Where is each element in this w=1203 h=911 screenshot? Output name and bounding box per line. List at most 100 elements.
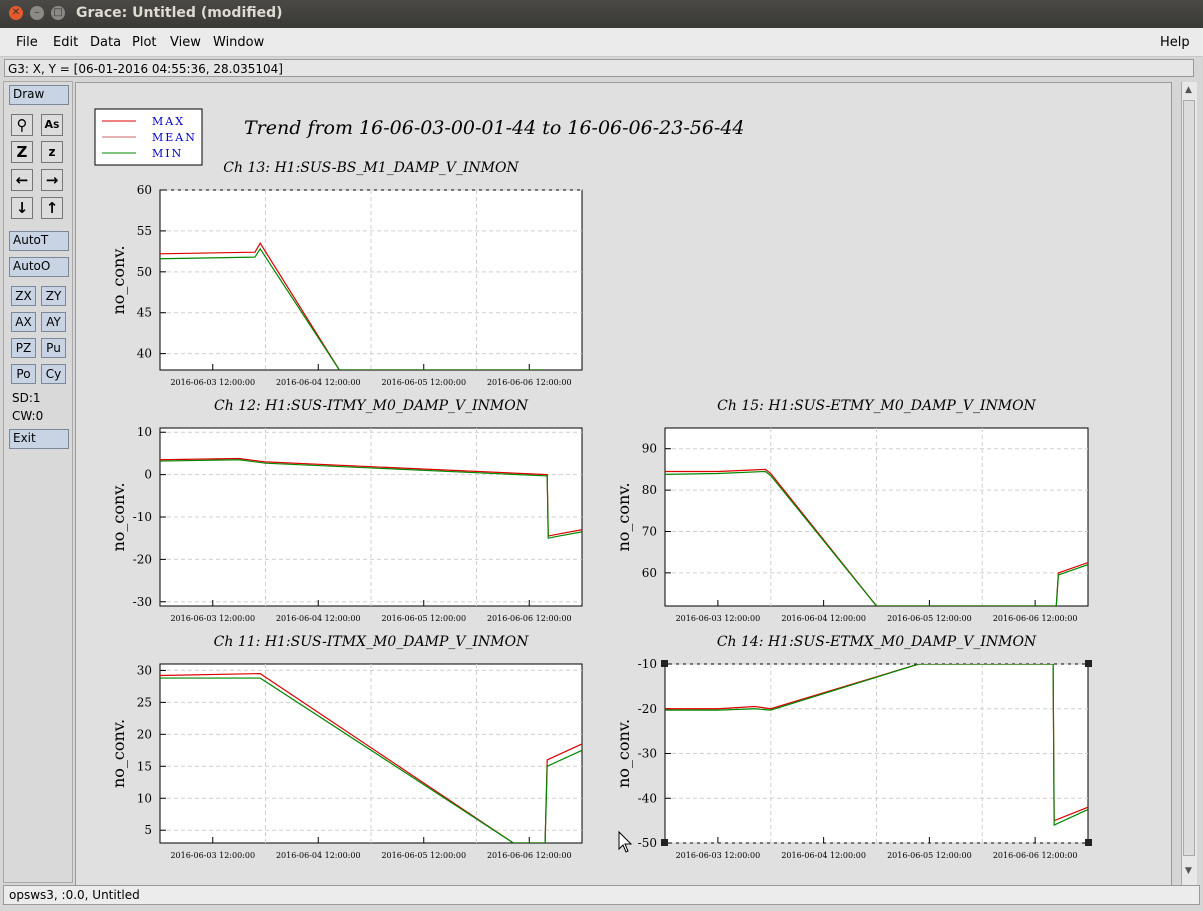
chart-3: Ch 15: H1:SUS-ETMY_M0_DAMP_V_INMON no_con… (614, 398, 1089, 623)
x-tick-label: 2016-06-06 12:00:00 (487, 614, 572, 623)
x-tick-label: 2016-06-04 12:00:00 (276, 378, 361, 387)
current-world: CW:0 (12, 409, 44, 423)
x-tick-label: 2016-06-05 12:00:00 (381, 851, 466, 860)
status-bar: opsws3, :0.0, Untitled (3, 885, 1200, 905)
menu-view[interactable]: View (170, 35, 201, 50)
legend-max-label: MAX (152, 115, 185, 128)
menu-plot[interactable]: Plot (132, 35, 157, 50)
autoscale-t-button[interactable]: AutoT (9, 231, 69, 251)
x-tick-label: 2016-06-05 12:00:00 (381, 614, 466, 623)
legend: MAX MEAN MIN (94, 108, 203, 166)
y-tick-label: -20 (133, 552, 152, 566)
y-tick-label: 15 (137, 759, 152, 773)
plot-area (664, 427, 1089, 607)
y-tick-label: -10 (638, 657, 657, 671)
cy-button[interactable]: Cy (41, 364, 66, 384)
ay-button[interactable]: AY (41, 312, 66, 332)
set-stack-depth: SD:1 (12, 391, 41, 405)
legend-mean-label: MEAN (152, 131, 197, 144)
y-tick-label: 45 (137, 306, 152, 320)
draw-button[interactable]: Draw (9, 85, 69, 105)
y-tick-label: -10 (133, 510, 152, 524)
maximize-window-icon[interactable]: □ (51, 6, 65, 20)
chart-4: Ch 11: H1:SUS-ITMX_M0_DAMP_V_INMON no_con… (109, 634, 583, 860)
x-tick-label: 2016-06-03 12:00:00 (170, 851, 255, 860)
y-tick-label: 10 (137, 791, 152, 805)
y-tick-label: -50 (638, 836, 657, 850)
y-tick-label: 60 (137, 183, 152, 197)
plot-svg: MAX MEAN MIN Trend from 16-06-03-00-01-4… (76, 83, 1133, 885)
x-tick-label: 2016-06-03 12:00:00 (170, 378, 255, 387)
text-tool-icon[interactable]: AS (41, 114, 63, 136)
x-tick-label: 2016-06-06 12:00:00 (993, 851, 1078, 860)
arrow-down-icon[interactable]: ↓ (11, 197, 33, 219)
y-axis-label: no_conv. (614, 482, 633, 551)
chart-title: Ch 15: H1:SUS-ETMY_M0_DAMP_V_INMON (717, 398, 1036, 414)
po-button[interactable]: Po (11, 364, 36, 384)
zoom-magnifier-icon[interactable]: ⚲ (11, 114, 33, 136)
y-tick-label: 20 (137, 727, 152, 741)
x-tick-label: 2016-06-04 12:00:00 (276, 851, 361, 860)
y-tick-label: 60 (642, 566, 657, 580)
menu-edit[interactable]: Edit (53, 35, 78, 50)
y-tick-label: -30 (133, 595, 152, 609)
y-tick-label: 80 (642, 483, 657, 497)
y-tick-label: 70 (642, 524, 657, 538)
y-tick-label: 5 (144, 823, 152, 837)
arrow-left-icon[interactable]: ← (11, 169, 33, 191)
y-tick-label: 90 (642, 442, 657, 456)
pz-button[interactable]: PZ (11, 338, 36, 358)
menu-file[interactable]: File (16, 35, 38, 50)
scrollbar-thumb[interactable] (1183, 100, 1195, 856)
x-tick-label: 2016-06-03 12:00:00 (676, 851, 761, 860)
chart-2: Ch 12: H1:SUS-ITMY_M0_DAMP_V_INMON no_con… (109, 398, 583, 623)
arrow-up-icon[interactable]: ↑ (41, 197, 63, 219)
x-tick-label: 2016-06-05 12:00:00 (381, 378, 466, 387)
y-tick-label: -20 (638, 702, 657, 716)
y-tick-label: 50 (137, 265, 152, 279)
scroll-down-icon[interactable]: ▼ (1185, 866, 1192, 876)
legend-min-label: MIN (152, 147, 183, 160)
exit-button[interactable]: Exit (9, 429, 69, 449)
chart-title: Ch 13: H1:SUS-BS_M1_DAMP_V_INMON (223, 160, 519, 176)
close-window-icon[interactable]: ✕ (9, 6, 23, 20)
locator-display: G3: X, Y = [06-01-2016 04:55:36, 28.0351… (4, 59, 1194, 77)
pu-button[interactable]: Pu (41, 338, 66, 358)
y-tick-label: 55 (137, 224, 152, 238)
minimize-window-icon[interactable]: – (30, 6, 44, 20)
plot-area (159, 663, 583, 844)
scroll-up-icon[interactable]: ▲ (1185, 85, 1192, 95)
zy-button[interactable]: ZY (41, 286, 66, 306)
y-axis-label: no_conv. (109, 245, 128, 314)
vertical-scrollbar[interactable]: ▲ ▼ (1181, 82, 1197, 886)
chart-title: Ch 12: H1:SUS-ITMY_M0_DAMP_V_INMON (214, 398, 529, 414)
chart-1: Ch 13: H1:SUS-BS_M1_DAMP_V_INMON no_conv.… (109, 160, 583, 387)
y-tick-label: 30 (137, 663, 152, 677)
plot-area (159, 189, 583, 371)
plot-canvas[interactable]: MAX MEAN MIN Trend from 16-06-03-00-01-4… (75, 82, 1172, 886)
zoom-large-icon[interactable]: Z (11, 141, 33, 163)
autoscale-o-button[interactable]: AutoO (9, 257, 69, 277)
x-tick-label: 2016-06-03 12:00:00 (170, 614, 255, 623)
chart-5: Ch 14: H1:SUS-ETMX_M0_DAMP_V_INMON no_con… (614, 634, 1089, 860)
x-tick-label: 2016-06-04 12:00:00 (781, 614, 866, 623)
y-tick-label: -30 (638, 747, 657, 761)
menu-window[interactable]: Window (213, 35, 264, 50)
chart-title: Ch 14: H1:SUS-ETMX_M0_DAMP_V_INMON (717, 634, 1037, 650)
y-axis-label: no_conv. (109, 719, 128, 788)
ax-button[interactable]: AX (11, 312, 36, 332)
x-tick-label: 2016-06-03 12:00:00 (676, 614, 761, 623)
arrow-right-icon[interactable]: → (41, 169, 63, 191)
tool-panel: Draw ⚲ AS Z z ← → ↓ ↑ AutoT AutoO ZX ZY … (3, 81, 73, 883)
x-tick-label: 2016-06-06 12:00:00 (487, 378, 572, 387)
zoom-small-icon[interactable]: z (41, 141, 63, 163)
menu-help[interactable]: Help (1160, 35, 1190, 50)
menubar: File Edit Data Plot View Window Help (0, 28, 1203, 57)
y-tick-label: 40 (137, 347, 152, 361)
menu-data[interactable]: Data (90, 35, 121, 50)
main-title: Trend from 16-06-03-00-01-44 to 16-06-06… (244, 117, 745, 139)
zx-button[interactable]: ZX (11, 286, 36, 306)
y-axis-label: no_conv. (614, 719, 633, 788)
y-tick-label: 10 (137, 425, 152, 439)
y-axis-label: no_conv. (109, 482, 128, 551)
